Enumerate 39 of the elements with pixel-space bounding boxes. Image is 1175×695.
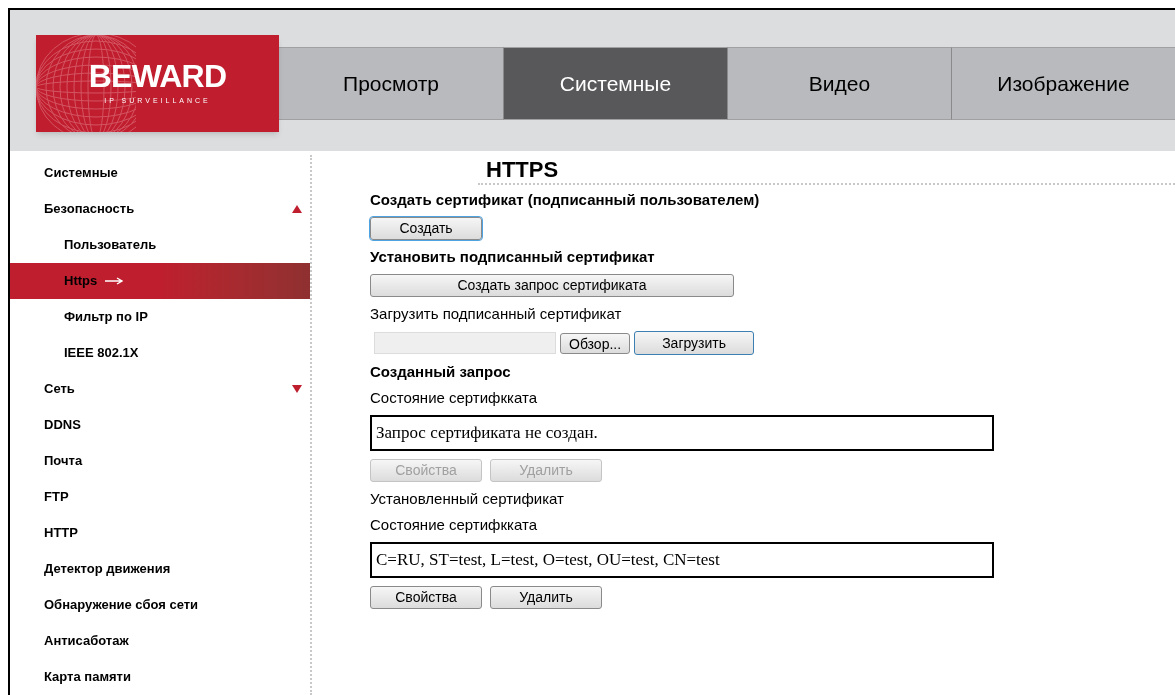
right-arrow-icon	[105, 277, 124, 285]
collapse-triangle-icon	[292, 205, 302, 213]
sidebar-item[interactable]: HTTP	[10, 515, 310, 551]
page-title: HTTPS	[486, 159, 559, 183]
form-button[interactable]: Свойства	[370, 586, 482, 609]
sidebar-item[interactable]: Обнаружение сбоя сети	[10, 587, 310, 623]
sidebar-item[interactable]: Антисаботаж	[10, 623, 310, 659]
nav-tab[interactable]: Видео	[727, 47, 951, 120]
logo-name: BEWARD	[88, 60, 227, 93]
sidebar-item[interactable]: Фильтр по IP	[10, 299, 310, 335]
sidebar-item[interactable]: FTP	[10, 479, 310, 515]
upload-button[interactable]: Загрузить	[634, 331, 755, 355]
sidebar-item[interactable]: Безопасность	[10, 191, 310, 227]
field-label: Загрузить подписанный сертификат	[370, 305, 623, 323]
field-label: Состояние сертифкката	[370, 516, 538, 534]
nav-tab[interactable]: Системные	[503, 47, 727, 120]
sidebar-item[interactable]: Сеть	[10, 371, 310, 407]
nav-tab[interactable]: Просмотр	[279, 47, 503, 120]
section-heading: Создать сертификат (подписанный пользователем)	[370, 191, 761, 209]
form-button[interactable]: Удалить	[490, 586, 602, 609]
status-field: Запрос сертификата не создан.	[370, 415, 994, 451]
form-button[interactable]: Создать запрос сертификата	[370, 274, 734, 297]
sidebar-item[interactable]: Системные	[10, 155, 310, 191]
status-field: C=RU, ST=test, L=test, O=test, OU=test, CN=test	[370, 542, 994, 578]
browse-button[interactable]: Обзор...	[560, 332, 631, 354]
section-heading: Установить подписанный сертификат	[370, 248, 656, 266]
sidebar-item[interactable]: Детектор движения	[10, 551, 310, 587]
sidebar-item[interactable]: Почта	[10, 443, 310, 479]
sidebar-item[interactable]: IEEE 802.1X	[10, 335, 310, 371]
expand-triangle-icon	[292, 385, 302, 393]
sidebar-item[interactable]: Карта памяти	[10, 659, 310, 695]
section-heading: Созданный запрос	[370, 363, 512, 381]
file-input-field[interactable]	[374, 332, 556, 354]
sidebar-item[interactable]: Пользователь	[10, 227, 310, 263]
nav-tab[interactable]: Изображение	[951, 47, 1175, 120]
field-label: Состояние сертифкката	[370, 389, 538, 407]
sidebar-item[interactable]: DDNS	[10, 407, 310, 443]
field-label: Установленный сертификат	[370, 490, 565, 508]
form-button[interactable]: Создать	[370, 217, 482, 240]
